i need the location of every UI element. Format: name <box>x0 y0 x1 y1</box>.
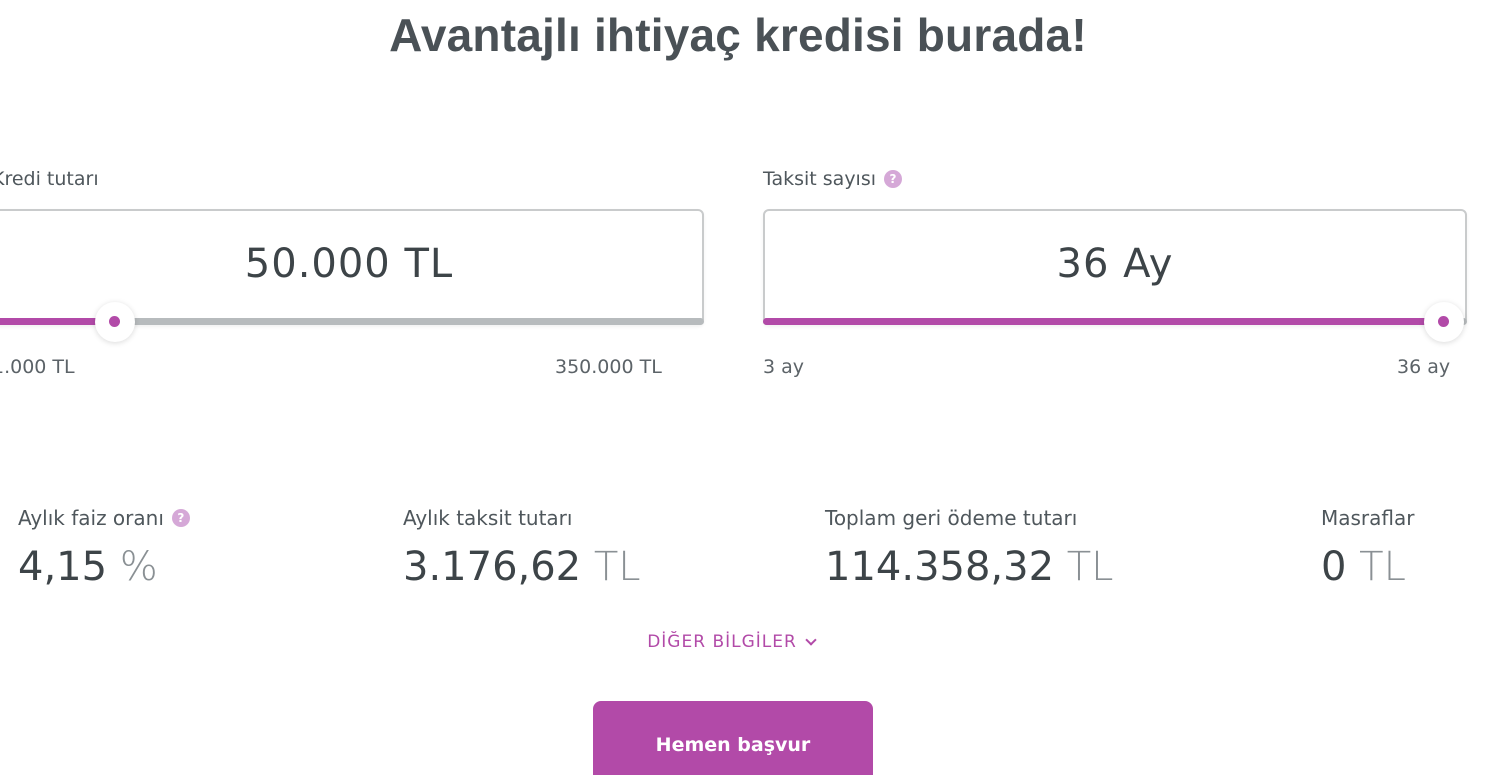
interest-rate-label: Aylık faiz oranı ? <box>18 506 190 530</box>
monthly-installment-unit: TL <box>593 544 641 590</box>
fees-stat: Masraflar 0 TL <box>1321 506 1415 590</box>
amount-slider-thumb[interactable] <box>94 301 135 342</box>
fees-value: 0 TL <box>1321 544 1415 590</box>
apply-button[interactable]: Hemen başvur <box>593 701 873 775</box>
term-slider-thumb[interactable] <box>1423 301 1464 342</box>
more-info-link[interactable]: DİĞER BİLGİLER <box>0 632 1462 652</box>
interest-rate-value: 4,15 % <box>18 544 190 590</box>
amount-label: Kredi tutarı <box>0 168 99 190</box>
term-slider[interactable] <box>763 301 1467 342</box>
apply-button-label: Hemen başvur <box>655 734 811 756</box>
term-value: 36 Ay <box>1056 241 1174 287</box>
term-slider-fill <box>763 318 1444 325</box>
question-circle-icon[interactable]: ? <box>884 170 903 188</box>
fees-label: Masraflar <box>1321 506 1415 530</box>
interest-rate-label-text: Aylık faiz oranı <box>18 506 164 530</box>
amount-label-text: Kredi tutarı <box>0 168 99 190</box>
question-circle-icon[interactable]: ? <box>171 509 190 527</box>
term-label: Taksit sayısı ? <box>763 168 903 190</box>
amount-max-label: 350.000 TL <box>555 356 662 378</box>
amount-min-label: 1.000 TL <box>0 356 75 378</box>
monthly-installment-stat: Aylık taksit tutarı 3.176,62 TL <box>403 506 641 590</box>
term-label-text: Taksit sayısı <box>763 168 877 190</box>
amount-value: 50.000 TL <box>244 241 454 287</box>
total-repayment-value: 114.358,32 TL <box>825 544 1113 590</box>
interest-rate-unit: % <box>119 544 158 590</box>
term-max-label: 36 ay <box>1397 356 1451 378</box>
fees-number: 0 <box>1321 544 1347 590</box>
total-repayment-label: Toplam geri ödeme tutarı <box>825 506 1078 530</box>
loan-calculator: Avantajlı ihtiyaç kredisi burada! Kredi … <box>0 0 1500 775</box>
term-input[interactable]: 36 Ay <box>763 209 1467 325</box>
interest-rate-number: 4,15 <box>18 544 108 590</box>
chevron-down-icon <box>805 634 817 646</box>
amount-slider[interactable] <box>0 301 704 342</box>
monthly-installment-value: 3.176,62 TL <box>403 544 641 590</box>
page-title: Avantajlı ihtiyaç kredisi burada! <box>389 9 1087 61</box>
more-info-label: DİĞER BİLGİLER <box>647 632 797 652</box>
total-repayment-stat: Toplam geri ödeme tutarı 114.358,32 TL <box>825 506 1113 590</box>
term-min-label: 3 ay <box>763 356 805 378</box>
total-repayment-number: 114.358,32 <box>825 544 1055 590</box>
total-repayment-unit: TL <box>1066 544 1114 590</box>
monthly-installment-label: Aylık taksit tutarı <box>403 506 573 530</box>
interest-rate-stat: Aylık faiz oranı ? 4,15 % <box>18 506 190 590</box>
monthly-installment-number: 3.176,62 <box>403 544 582 590</box>
fees-unit: TL <box>1359 544 1406 590</box>
